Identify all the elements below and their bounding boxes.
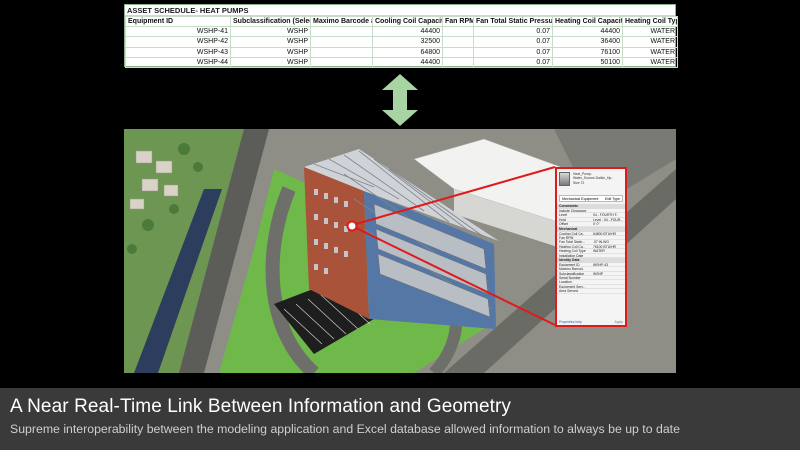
caption-bar: A Near Real-Time Link Between Informatio… <box>0 388 800 450</box>
property-key: Level <box>559 213 568 217</box>
table-cell[interactable] <box>442 36 474 48</box>
property-value[interactable]: 0' 0" <box>593 222 600 225</box>
property-key: Include Clearance <box>559 209 587 213</box>
table-row: WSHP-41 WSHP 44400 0.07 44400 WATER <box>125 26 678 38</box>
table-cell[interactable] <box>442 56 474 68</box>
property-key: Fan Total Static .. <box>559 240 586 244</box>
property-row[interactable]: Area Served <box>557 289 625 294</box>
property-value[interactable]: WSHP <box>593 272 603 275</box>
table-cell[interactable]: 36400 <box>552 36 623 48</box>
table-row: WSHP-42 WSHP 32500 0.07 36400 WATER <box>125 36 678 48</box>
table-cell[interactable]: 44400 <box>552 26 623 38</box>
property-value[interactable]: Level : 04 - FOUR.. <box>593 218 622 221</box>
table-cell[interactable] <box>442 46 474 58</box>
table-cell[interactable]: WATER <box>622 56 678 68</box>
table-cell[interactable] <box>310 56 373 68</box>
equipment-thumbnail-icon <box>559 172 570 186</box>
property-key: Heating Coil Ca.. <box>559 244 585 249</box>
panel-footer: Properties help Apply <box>559 320 623 324</box>
table-cell[interactable]: 50100 <box>552 56 623 68</box>
table-cell[interactable]: WSHP-43 <box>125 46 231 58</box>
property-key: Heating Coil Type <box>559 249 586 253</box>
property-value[interactable]: .07 IN-WG <box>593 240 609 243</box>
table-cell[interactable]: 76100 <box>552 46 623 58</box>
table-row: WSHP-43 WSHP 64800 0.07 76100 WATER <box>125 46 678 58</box>
table-row: WSHP-44 WSHP 44400 0.07 50100 WATER <box>125 56 678 68</box>
column-header[interactable]: Fan RPM <box>442 15 474 28</box>
table-cell[interactable]: WATER <box>622 26 678 38</box>
property-key: Maximo Barcod.. <box>559 267 585 271</box>
property-key: Equipment Serv.. <box>559 284 585 289</box>
schedule-grid: Equipment ID Subclassification (Select) … <box>125 15 678 68</box>
slide-subtitle: Supreme interoperability between the mod… <box>10 422 680 436</box>
table-cell[interactable]: WSHP-41 <box>125 26 231 38</box>
type-name: Heat_Pump- Water_Source-Daikin_Hp.. Size… <box>573 172 614 185</box>
table-cell[interactable]: 64800 <box>372 46 443 58</box>
slide-title: A Near Real-Time Link Between Informatio… <box>10 396 512 417</box>
property-key: Offset <box>559 222 568 226</box>
table-cell[interactable]: WSHP <box>230 36 311 48</box>
table-cell[interactable]: 32500 <box>372 36 443 48</box>
property-value[interactable]: WATER <box>593 249 605 252</box>
column-header[interactable]: Equipment ID <box>125 15 231 28</box>
table-cell[interactable]: WSHP <box>230 46 311 58</box>
table-cell[interactable] <box>310 36 373 48</box>
properties-panel[interactable]: Heat_Pump- Water_Source-Daikin_Hp.. Size… <box>555 167 627 327</box>
table-cell[interactable]: 0.07 <box>473 36 553 48</box>
property-list: Constraints Include Clearance Level 04 - FO… <box>557 204 625 294</box>
category-selector[interactable]: Mechanical Equipment Edit Type <box>559 195 623 202</box>
property-key: Cooling Coil Ca.. <box>559 231 585 235</box>
column-header[interactable]: Heating Coil Type <box>622 15 678 28</box>
table-cell[interactable]: WSHP-44 <box>125 56 231 68</box>
column-header[interactable]: Subclassification (Select) <box>230 15 311 28</box>
table-cell[interactable] <box>442 26 474 38</box>
property-value[interactable]: 04 - FOURTH F.. <box>593 213 618 216</box>
table-cell[interactable]: WSHP <box>230 56 311 68</box>
table-cell[interactable]: WSHP-42 <box>125 36 231 48</box>
property-value[interactable]: 64800 BTU/HR <box>593 232 616 235</box>
column-header[interactable]: Fan Total Static Pressure <box>473 15 553 28</box>
property-key: Area Served <box>559 289 578 293</box>
table-cell[interactable]: 44400 <box>372 26 443 38</box>
property-key: Fan RPM <box>559 235 574 240</box>
schedule-title: ASSET SCHEDULE- HEAT PUMPS <box>125 5 675 16</box>
column-header[interactable]: Maximo Barcode # <box>310 15 373 28</box>
table-cell[interactable]: 0.07 <box>473 26 553 38</box>
property-key: Equipment ID <box>559 262 580 267</box>
table-cell[interactable]: 0.07 <box>473 56 553 68</box>
schedule-header-row: Equipment ID Subclassification (Select) … <box>125 15 678 28</box>
edit-type-button[interactable]: Edit Type <box>605 196 620 201</box>
table-cell[interactable] <box>310 26 373 38</box>
property-key: Subclassification <box>559 271 585 276</box>
property-key: Location <box>559 280 572 284</box>
property-value[interactable]: WSHP-43 <box>593 263 608 266</box>
property-key: Serial Number <box>559 276 581 280</box>
properties-help-link[interactable]: Properties help <box>559 320 582 324</box>
column-header[interactable]: Heating Coil Capacity <box>552 15 623 28</box>
table-cell[interactable] <box>310 46 373 58</box>
property-key: Host <box>559 217 566 222</box>
asset-schedule-table: ASSET SCHEDULE- HEAT PUMPS Equipment ID … <box>124 4 678 68</box>
apply-button[interactable]: Apply <box>615 320 623 324</box>
table-cell[interactable]: 44400 <box>372 56 443 68</box>
column-header[interactable]: Cooling Coil Capacity <box>372 15 443 28</box>
property-value[interactable]: 76100 BTU/HR <box>593 245 616 248</box>
table-cell[interactable]: WATER <box>622 36 678 48</box>
type-header[interactable]: Heat_Pump- Water_Source-Daikin_Hp.. Size… <box>557 169 625 195</box>
property-key: Installation Date <box>559 253 584 257</box>
table-cell[interactable]: 0.07 <box>473 46 553 58</box>
bidirectional-arrow-icon <box>382 74 418 126</box>
table-cell[interactable]: WSHP <box>230 26 311 38</box>
table-cell[interactable]: WATER <box>622 46 678 58</box>
